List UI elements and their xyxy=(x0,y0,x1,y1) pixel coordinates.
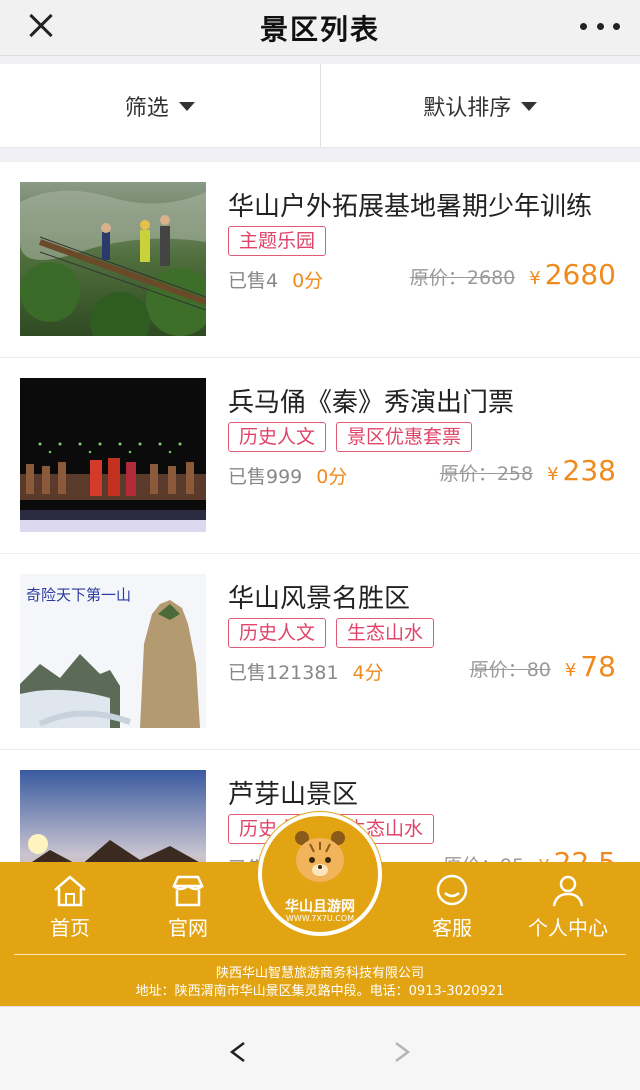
nav-label: 客服 xyxy=(432,916,472,940)
page: 景区列表 筛选 默认排序 华山户外拓展基地暑期少年训练 主题乐园 已售4 0分 … xyxy=(0,0,640,1090)
company-name: 陕西华山智慧旅游商务科技有限公司 xyxy=(215,966,424,981)
site-logo-button[interactable]: 华山且游网 WWW.7X7U.COM xyxy=(258,812,382,936)
divider xyxy=(14,954,626,955)
item-title: 兵马俑《秦》秀演出门票 xyxy=(228,388,515,418)
category-tag: 历史人文 xyxy=(228,618,327,648)
home-icon xyxy=(54,875,86,907)
more-options-icon[interactable] xyxy=(580,14,620,38)
item-title: 华山户外拓展基地暑期少年训练 xyxy=(228,192,593,222)
item-title: 芦芽山景区 xyxy=(228,780,359,810)
nav-label: 个人中心 xyxy=(528,916,608,940)
tiger-logo-icon xyxy=(295,831,345,882)
rating-score: 0分 xyxy=(292,270,324,292)
thumbnail-image xyxy=(20,378,206,532)
price-block: 原价：258 ¥ 238 xyxy=(440,454,616,487)
page-title: 景区列表 xyxy=(259,13,380,46)
sort-label: 默认排序 xyxy=(423,95,512,121)
original-price: 原价：2680 xyxy=(409,267,516,289)
store-icon xyxy=(172,875,204,907)
tag-group: 主题乐园 xyxy=(228,226,327,256)
rating-score: 4分 xyxy=(352,662,384,684)
sold-count: 已售121381 xyxy=(228,662,339,684)
original-price: 原价：258 xyxy=(439,463,534,485)
item-meta: 已售121381 4分 xyxy=(228,658,384,685)
back-arrow-icon[interactable] xyxy=(228,1037,248,1067)
filter-dropdown[interactable]: 筛选 xyxy=(0,64,320,147)
current-price: 2680 xyxy=(544,258,616,291)
sort-dropdown[interactable]: 默认排序 xyxy=(319,64,640,147)
item-meta: 已售4 0分 xyxy=(228,266,323,293)
filter-bar: 筛选 默认排序 xyxy=(0,64,640,148)
original-price: 原价：80 xyxy=(469,659,551,681)
category-tag: 历史人文 xyxy=(228,422,327,452)
logo-text: 华山且游网 xyxy=(285,899,355,915)
nav-label: 首页 xyxy=(50,916,90,940)
sold-count: 已售4 xyxy=(228,270,279,292)
price-block: 原价：80 ¥ 78 xyxy=(470,650,616,683)
tag-group: 历史人文 景区优惠套票 xyxy=(228,422,473,452)
currency-symbol: ¥ xyxy=(529,268,541,289)
calligraphy-text: 奇险天下第一山 xyxy=(26,586,131,604)
chat-icon xyxy=(436,874,468,906)
list-item[interactable]: 华山户外拓展基地暑期少年训练 主题乐园 已售4 0分 原价：2680 ¥ 2680 xyxy=(0,162,640,358)
rating-score: 0分 xyxy=(316,466,348,488)
list-item[interactable]: 奇险天下第一山 华山风景名胜区 历史人文 生态山水 已售121381 4分 原价：… xyxy=(0,554,640,750)
currency-symbol: ¥ xyxy=(547,464,559,485)
tag-group: 历史人文 生态山水 xyxy=(228,618,435,648)
category-tag: 生态山水 xyxy=(336,618,435,648)
item-meta: 已售999 0分 xyxy=(228,462,347,489)
caret-down-icon xyxy=(521,102,538,111)
browser-bottom-bar xyxy=(0,1006,640,1090)
current-price: 238 xyxy=(562,454,616,487)
price-block: 原价：2680 ¥ 2680 xyxy=(410,258,616,291)
nav-item-customer-service[interactable]: 客服 xyxy=(402,874,502,941)
nav-item-official-site[interactable]: 官网 xyxy=(138,874,238,941)
nav-item-profile[interactable]: 个人中心 xyxy=(518,874,618,941)
sold-count: 已售999 xyxy=(228,466,303,488)
current-price: 78 xyxy=(580,650,616,683)
forward-arrow-icon[interactable] xyxy=(392,1037,412,1067)
nav-item-home[interactable]: 首页 xyxy=(20,874,120,941)
filter-label: 筛选 xyxy=(124,95,169,121)
logo-url: WWW.7X7U.COM xyxy=(285,914,355,923)
item-title: 华山风景名胜区 xyxy=(228,584,411,614)
thumbnail-image xyxy=(20,182,206,336)
caret-down-icon xyxy=(178,102,195,111)
user-icon xyxy=(552,875,584,907)
header-bar: 景区列表 xyxy=(0,0,640,56)
currency-symbol: ¥ xyxy=(564,660,577,681)
category-tag: 景区优惠套票 xyxy=(336,422,473,452)
nav-label: 官网 xyxy=(168,916,208,940)
list-item[interactable]: 兵马俑《秦》秀演出门票 历史人文 景区优惠套票 已售999 0分 原价：258 ¥… xyxy=(0,358,640,554)
thumbnail-image: 奇险天下第一山 xyxy=(20,574,206,728)
category-tag: 主题乐园 xyxy=(228,226,327,256)
company-address: 地址：陕西渭南市华山景区集灵路中段。电话：0913-3020921 xyxy=(135,984,505,999)
